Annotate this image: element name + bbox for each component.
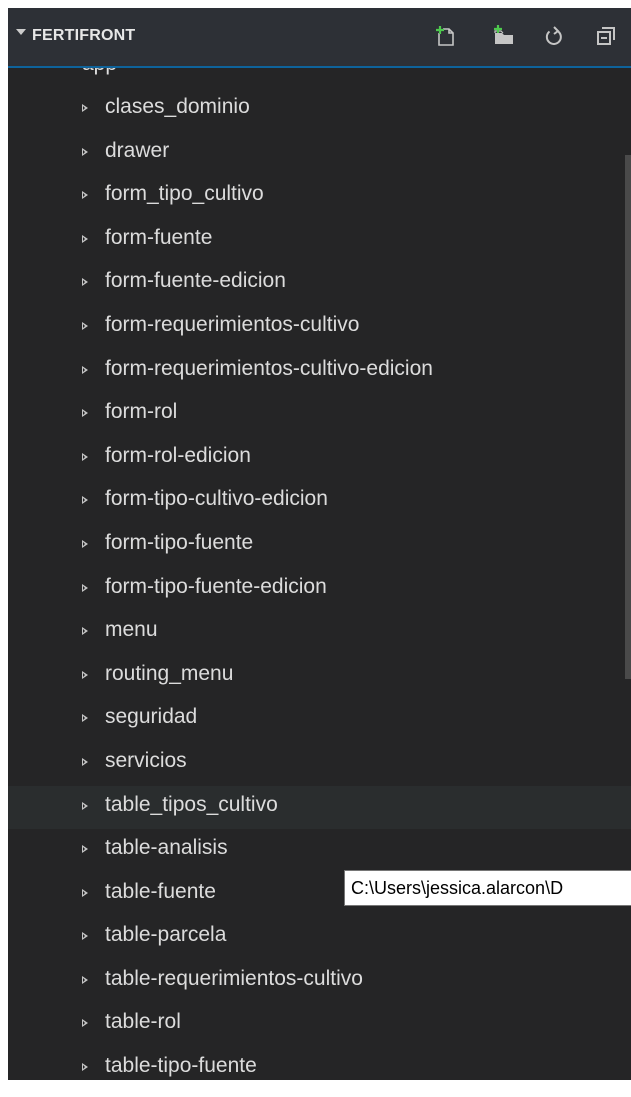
- chevron-right-icon[interactable]: [82, 670, 88, 679]
- root-folder-label: app: [82, 66, 117, 76]
- chevron-right-icon[interactable]: [82, 539, 88, 548]
- tree-item-label: form-tipo-fuente-edicion: [105, 574, 327, 598]
- chevron-right-icon[interactable]: [82, 627, 88, 636]
- tree-item-label: menu: [105, 618, 158, 642]
- root-folder-row[interactable]: app: [8, 66, 631, 78]
- chevron-right-icon[interactable]: [82, 801, 88, 810]
- tree-item-folder[interactable]: form-requerimientos-cultivo-edicion: [8, 350, 631, 394]
- tree-item-folder[interactable]: routing_menu: [8, 655, 631, 699]
- tree-item-folder[interactable]: form-tipo-cultivo-edicion: [8, 480, 631, 524]
- chevron-right-icon[interactable]: [82, 975, 88, 984]
- explorer-panel: FERTIFRONT clases_dominio drawer form_ti…: [8, 8, 631, 1080]
- tree-item-label: form-requerimientos-cultivo-edicion: [105, 356, 433, 380]
- tree-item-folder[interactable]: clases_dominio: [8, 88, 631, 132]
- tree-item-folder[interactable]: table-requerimientos-cultivo: [8, 960, 631, 1004]
- tree-item-label: form-rol-edicion: [105, 443, 251, 467]
- tree-item-folder[interactable]: table_tipos_cultivo: [8, 785, 631, 830]
- tree-item-label: form-fuente-edicion: [105, 269, 286, 293]
- chevron-right-icon[interactable]: [82, 321, 88, 330]
- chevron-right-icon[interactable]: [82, 104, 88, 112]
- tree-item-folder[interactable]: form-fuente: [8, 219, 631, 263]
- tree-item-folder[interactable]: form-rol: [8, 393, 631, 437]
- tree-item-folder[interactable]: form-tipo-fuente-edicion: [8, 568, 631, 612]
- new-folder-icon[interactable]: [490, 22, 518, 50]
- chevron-down-icon[interactable]: [16, 29, 26, 35]
- chevron-right-icon[interactable]: [82, 757, 88, 766]
- tree-item-folder[interactable]: drawer: [8, 132, 631, 176]
- chevron-right-icon[interactable]: [82, 845, 88, 854]
- tree-item-folder[interactable]: table-rol: [8, 1003, 631, 1047]
- chevron-right-icon[interactable]: [82, 191, 88, 200]
- explorer-section-header[interactable]: FERTIFRONT: [8, 8, 631, 66]
- tree-item-folder[interactable]: table-tipo-fuente: [8, 1047, 631, 1080]
- tree-item-folder[interactable]: menu: [8, 611, 631, 655]
- tree-item-label: form-tipo-cultivo-edicion: [105, 487, 328, 511]
- chevron-right-icon[interactable]: [82, 583, 88, 592]
- chevron-right-icon[interactable]: [82, 714, 88, 723]
- chevron-right-icon[interactable]: [82, 1019, 88, 1028]
- tree-item-folder[interactable]: seguridad: [8, 698, 631, 742]
- tree-item-folder[interactable]: form-fuente-edicion: [8, 262, 631, 306]
- tree-item-folder[interactable]: servicios: [8, 742, 631, 786]
- chevron-right-icon[interactable]: [82, 496, 88, 505]
- tree-item-label: form_tipo_cultivo: [105, 182, 264, 206]
- tree-item-folder[interactable]: form-rol-edicion: [8, 437, 631, 481]
- tree-item-label: routing_menu: [105, 661, 234, 685]
- tree-item-label: table-analisis: [105, 836, 228, 860]
- chevron-right-icon[interactable]: [82, 888, 88, 897]
- tree-item-label: drawer: [105, 138, 170, 162]
- tree-item-folder[interactable]: form-requerimientos-cultivo: [8, 306, 631, 350]
- chevron-right-icon[interactable]: [82, 365, 88, 374]
- chevron-right-icon[interactable]: [82, 932, 88, 941]
- refresh-icon[interactable]: [540, 22, 568, 50]
- chevron-right-icon[interactable]: [82, 278, 88, 287]
- tree-item-folder[interactable]: form-tipo-fuente: [8, 524, 631, 568]
- folder-tree: clases_dominiodrawer form_tipo_cultivofor…: [8, 88, 631, 1080]
- chevron-right-icon[interactable]: [82, 409, 88, 418]
- tree-item-label: seguridad: [105, 705, 198, 729]
- tree-item-folder[interactable]: form_tipo_cultivo: [8, 175, 631, 219]
- tree-item-label: table-parcela: [105, 923, 227, 947]
- tree-item-label: form-fuente: [105, 225, 213, 249]
- vertical-scrollbar-thumb[interactable]: [625, 155, 631, 679]
- chevron-right-icon[interactable]: [82, 234, 88, 243]
- collapse-all-icon[interactable]: [592, 22, 620, 50]
- tree-item-label: table_tipos_cultivo: [105, 792, 278, 816]
- path-tooltip: C:\Users\jessica.alarcon\D: [344, 870, 631, 906]
- tree-item-label: form-rol: [105, 400, 178, 424]
- new-file-icon[interactable]: [432, 22, 460, 50]
- tree-item-label: table-fuente: [105, 879, 216, 903]
- tree-item-label: servicios: [105, 748, 187, 772]
- tree-item-folder[interactable]: table-parcela: [8, 916, 631, 960]
- tree-item-label: table-rol: [105, 1010, 181, 1034]
- chevron-right-icon[interactable]: [82, 452, 88, 461]
- tree-item-folder[interactable]: table-analisis: [8, 829, 631, 873]
- chevron-right-icon[interactable]: [82, 1063, 88, 1072]
- tree-item-label: form-requerimientos-cultivo: [105, 312, 360, 336]
- chevron-right-icon[interactable]: [82, 147, 88, 156]
- section-title: FERTIFRONT: [32, 27, 136, 44]
- tree-item-label: clases_dominio: [105, 95, 250, 118]
- tree-item-label: form-tipo-fuente: [105, 530, 254, 554]
- tree-item-label: table-requerimientos-cultivo: [105, 966, 363, 990]
- tree-item-label: table-tipo-fuente: [105, 1054, 257, 1078]
